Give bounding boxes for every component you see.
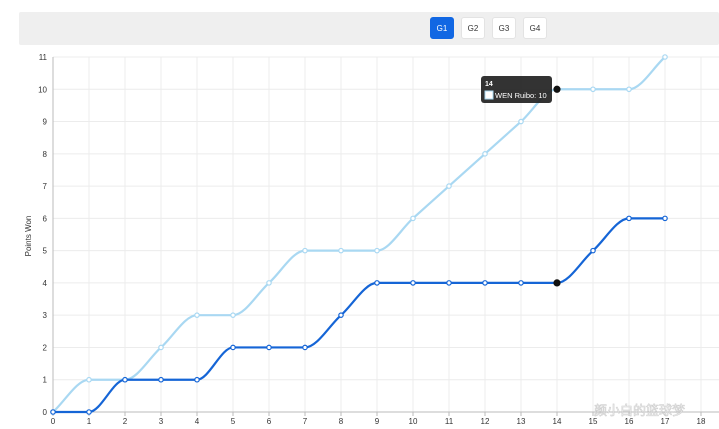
data-point-1 (194, 312, 200, 318)
tooltip-title: 14 (485, 81, 493, 88)
data-point-1 (518, 118, 524, 125)
data-point-1 (230, 312, 236, 318)
y-tick-label: 1 (43, 376, 48, 385)
data-point-2 (266, 344, 272, 351)
x-tick-label: 14 (553, 417, 562, 426)
data-point-1 (626, 86, 632, 93)
data-point-1 (158, 344, 164, 351)
x-tick-label: 1 (87, 417, 92, 426)
data-point-2 (410, 280, 416, 286)
x-tick-label: 0 (51, 417, 56, 426)
grid-lines (52, 56, 719, 413)
x-tick-label: 4 (195, 417, 200, 426)
y-tick-label: 4 (43, 279, 48, 288)
data-point-2 (590, 247, 596, 254)
series-layer (50, 54, 668, 415)
watermark-text: 颜小白的篮球梦 (594, 403, 685, 418)
data-point-2 (662, 215, 668, 222)
y-tick-label: 5 (43, 247, 48, 256)
tooltip: 14 WEN Ruibo: 10 (481, 76, 552, 103)
y-tick-label: 8 (43, 150, 48, 159)
x-tick-label: 15 (589, 417, 598, 426)
x-tick-label: 13 (517, 417, 526, 426)
data-point-2 (122, 376, 128, 383)
data-point-2 (86, 409, 92, 415)
points-line-chart: 012345678910110 1 2 3 4 5 6 7 8 9 10 11 12 13 14 15 16 17… (24, 53, 719, 426)
data-point-2 (158, 376, 164, 383)
y-tick-label: 9 (43, 118, 48, 127)
data-point-2 (446, 280, 452, 286)
data-point-1 (410, 215, 416, 222)
x-tick-label: 5 (231, 417, 236, 426)
y-tick-label: 10 (38, 85, 47, 94)
data-point-1 (86, 376, 92, 383)
data-point-2 (302, 344, 308, 351)
x-tick-label: 18 (697, 417, 706, 426)
data-point-1 (590, 86, 596, 93)
x-tick-label: 9 (375, 417, 380, 426)
y-tick-label: 7 (43, 182, 48, 191)
y-tick-label: 2 (43, 343, 48, 352)
data-point-2 (518, 280, 524, 286)
data-point-1 (266, 280, 272, 286)
series-line-1 (52, 56, 666, 413)
data-point-2 (230, 344, 236, 351)
x-tick-label: 17 (661, 417, 670, 426)
data-point-1 (553, 85, 561, 93)
y-axis-label: Points Won (24, 216, 33, 257)
data-point-2 (626, 215, 632, 222)
data-point-1 (662, 54, 668, 60)
x-tick-label: 7 (303, 417, 308, 426)
data-point-2 (194, 376, 200, 383)
data-point-1 (338, 247, 344, 254)
data-point-1 (446, 183, 452, 189)
data-point-2 (482, 280, 488, 286)
data-point-2 (338, 312, 344, 318)
x-tick-label: 2 (123, 417, 128, 426)
x-tick-label: 12 (481, 417, 490, 426)
tooltip-color-swatch (484, 90, 494, 100)
x-tick-label: 6 (267, 417, 272, 426)
data-point-2 (50, 409, 56, 415)
x-tick-label: 11 (445, 417, 454, 426)
y-tick-label: 3 (43, 311, 48, 320)
tooltip-text: WEN Ruibo: 10 (495, 91, 547, 100)
y-tick-label: 6 (43, 214, 48, 223)
x-tick-label: 16 (625, 417, 634, 426)
data-point-1 (482, 151, 488, 157)
data-point-1 (302, 247, 308, 254)
data-point-1 (374, 247, 380, 254)
data-point-2 (553, 279, 561, 287)
y-tick-label: 11 (39, 53, 48, 62)
data-point-2 (374, 280, 380, 286)
y-tick-label: 0 (43, 408, 48, 417)
x-tick-label: 8 (339, 417, 344, 426)
x-tick-label: 3 (159, 417, 164, 426)
x-tick-label: 10 (409, 417, 418, 426)
